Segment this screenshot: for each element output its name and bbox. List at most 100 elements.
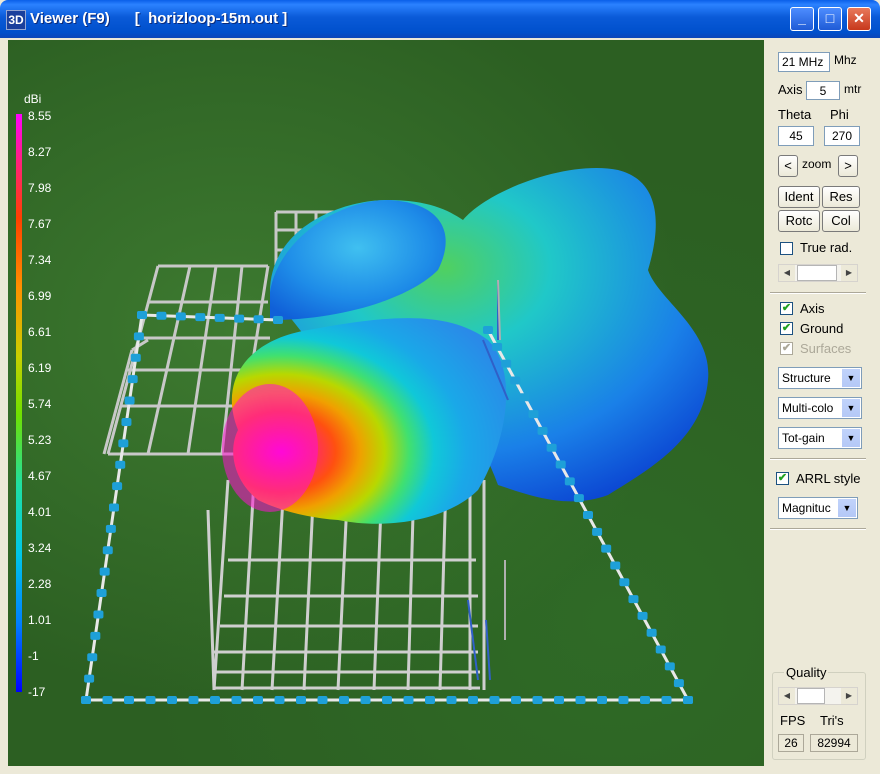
slider-left-arrow-icon[interactable]: ◀ — [779, 688, 795, 704]
zoom-out-button[interactable]: < — [778, 155, 798, 177]
scale-tick-label: 1.01 — [28, 613, 52, 627]
segment-marker — [105, 524, 116, 533]
segment-marker — [84, 674, 95, 683]
segment-marker — [214, 313, 225, 322]
segment-marker — [597, 696, 607, 704]
phi-label: Phi — [830, 107, 849, 122]
segment-marker — [118, 439, 129, 448]
col-button[interactable]: Col — [822, 210, 860, 232]
frequency-unit-label: Mhz — [834, 53, 857, 67]
segment-marker — [555, 460, 566, 469]
segment-marker — [234, 314, 245, 323]
ident-button[interactable]: Ident — [778, 186, 820, 208]
res-button[interactable]: Res — [822, 186, 860, 208]
close-button[interactable]: ✕ — [847, 7, 871, 31]
segment-marker — [188, 696, 199, 704]
segment-marker — [610, 561, 621, 570]
slider-right-arrow-icon[interactable]: ▶ — [841, 265, 857, 281]
theta-input[interactable]: 45 — [778, 126, 814, 146]
scale-tick-label: 7.34 — [28, 253, 52, 267]
segment-marker — [592, 527, 603, 536]
axis-checkbox[interactable]: ✔ — [780, 302, 793, 315]
gain-select[interactable]: Tot-gain ▼ — [778, 427, 862, 449]
chevron-down-icon[interactable]: ▼ — [838, 499, 856, 517]
rotc-button[interactable]: Rotc — [778, 210, 820, 232]
segment-marker — [156, 311, 167, 320]
segment-marker — [175, 312, 186, 321]
axis-unit-label: mtr — [844, 82, 862, 96]
segment-marker — [661, 696, 672, 704]
phi-input[interactable]: 270 — [824, 126, 860, 146]
chevron-down-icon[interactable]: ▼ — [842, 429, 860, 447]
slider-thumb[interactable] — [797, 265, 837, 281]
ground-checkbox[interactable]: ✔ — [780, 322, 793, 335]
scale-tick-label: 7.98 — [28, 181, 52, 195]
zoom-in-button[interactable]: > — [838, 155, 858, 177]
segment-marker — [492, 342, 503, 351]
true-rad-label: True rad. — [800, 240, 853, 255]
segment-marker — [112, 482, 123, 491]
axis-length-input[interactable]: 5 — [806, 81, 840, 100]
segment-marker — [528, 410, 539, 419]
segment-marker — [425, 696, 435, 704]
separator — [770, 458, 866, 460]
segment-marker — [673, 679, 684, 688]
quality-slider[interactable]: ◀ ▶ — [778, 687, 858, 705]
segment-marker — [96, 589, 107, 598]
arrl-style-label: ARRL style — [796, 471, 861, 486]
segment-marker — [360, 696, 371, 704]
slider-left-arrow-icon[interactable]: ◀ — [779, 265, 795, 281]
minimize-button[interactable]: _ — [790, 7, 814, 31]
segment-marker — [127, 375, 138, 384]
quality-slider-thumb[interactable] — [797, 688, 825, 704]
segment-marker — [87, 653, 98, 662]
segment-marker — [511, 696, 521, 704]
arrl-style-checkbox[interactable]: ✔ — [776, 472, 789, 485]
separator — [770, 292, 866, 294]
segment-marker — [145, 696, 156, 704]
segment-marker — [167, 696, 177, 704]
chevron-down-icon[interactable]: ▼ — [842, 369, 860, 387]
segment-marker — [296, 696, 306, 704]
color-scale-bar — [16, 114, 22, 692]
magnitude-select[interactable]: Magnituc ▼ — [778, 497, 858, 519]
segment-marker — [382, 696, 392, 704]
color-mode-select[interactable]: Multi-colo ▼ — [778, 397, 862, 419]
axis-label: Axis — [778, 82, 803, 97]
true-rad-checkbox[interactable] — [780, 242, 793, 255]
color-mode-select-value: Multi-colo — [782, 401, 834, 415]
structure-select[interactable]: Structure ▼ — [778, 367, 862, 389]
segment-marker — [601, 544, 612, 553]
segment-marker — [253, 315, 264, 324]
segment-marker — [210, 696, 220, 704]
frequency-input[interactable]: 21 MHz — [778, 52, 830, 72]
maximize-button[interactable]: □ — [818, 7, 842, 31]
segment-marker — [537, 426, 548, 435]
segment-marker — [583, 511, 593, 519]
legend-unit: dBi — [24, 92, 42, 106]
separator — [770, 528, 866, 530]
chevron-down-icon[interactable]: ▼ — [842, 399, 860, 417]
surfaces-check-label: Surfaces — [800, 341, 852, 356]
slider-right-arrow-icon[interactable]: ▶ — [841, 688, 857, 704]
segment-marker — [683, 696, 693, 704]
segment-marker — [546, 443, 557, 452]
segment-marker — [483, 326, 493, 334]
segment-marker — [90, 631, 101, 640]
gain-select-value: Tot-gain — [782, 431, 825, 445]
scale-tick-label: -1 — [28, 649, 39, 663]
segment-marker — [510, 376, 521, 385]
fps-label: FPS — [780, 713, 806, 728]
theta-label: Theta — [778, 107, 812, 122]
true-rad-slider[interactable]: ◀ ▶ — [778, 264, 858, 282]
3d-viewport[interactable]: dBi 8.55 8.27 7.98 7.67 7.34 6.99 6.61 6.19 5.74… — [8, 40, 764, 766]
segment-marker — [137, 311, 147, 319]
segment-marker — [253, 696, 263, 704]
segment-marker — [573, 494, 584, 503]
quality-label: Quality — [784, 665, 829, 680]
segment-marker — [317, 696, 328, 704]
segment-marker — [133, 332, 144, 341]
control-panel: 21 MHz Mhz Axis 5 mtr Theta Phi 45 270 <… — [766, 40, 872, 766]
segment-marker — [519, 393, 530, 402]
scale-tick-label: 7.67 — [28, 217, 52, 231]
